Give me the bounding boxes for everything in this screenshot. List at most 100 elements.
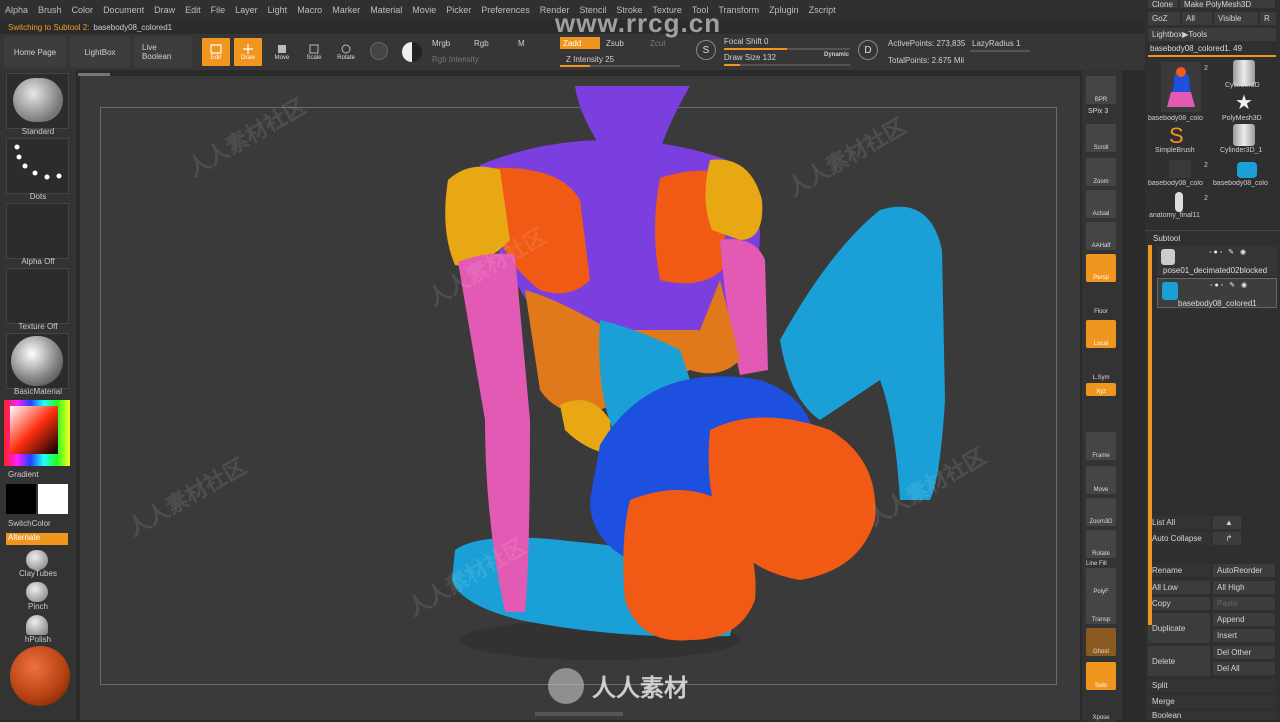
aahalf-button[interactable]: AAHalf bbox=[1086, 222, 1116, 250]
boolean-button[interactable]: Boolean bbox=[1148, 711, 1276, 720]
rotate-view-label: Rotate bbox=[1092, 551, 1110, 557]
scroll-button[interactable]: Scroll bbox=[1086, 124, 1116, 152]
auto-reorder-button[interactable]: AutoReorder bbox=[1213, 564, 1275, 577]
arrow-right-icon[interactable]: ↱ bbox=[1213, 532, 1241, 545]
split-button[interactable]: Split bbox=[1148, 679, 1276, 692]
tray-scroll-indicator[interactable] bbox=[1148, 245, 1152, 625]
merge-button[interactable]: Merge bbox=[1148, 695, 1276, 708]
tool-label-5[interactable]: Cylinder3D_1 bbox=[1220, 147, 1262, 154]
polyf-button[interactable]: PolyF bbox=[1086, 568, 1116, 596]
local-button[interactable]: Local bbox=[1086, 320, 1116, 348]
all-high-button[interactable]: All High bbox=[1213, 581, 1275, 594]
xyz-button[interactable]: Xyz bbox=[1086, 383, 1116, 396]
zoom3d-button[interactable]: Zoom3D bbox=[1086, 498, 1116, 526]
r-button[interactable]: R bbox=[1260, 12, 1276, 25]
rename-button[interactable]: Rename bbox=[1148, 564, 1210, 577]
xyz-label: Xyz bbox=[1095, 389, 1106, 395]
move-view-button[interactable]: Move bbox=[1086, 466, 1116, 494]
append-button[interactable]: Append bbox=[1213, 613, 1275, 626]
bpr-label: BPR bbox=[1094, 97, 1108, 103]
figure-icon bbox=[1167, 67, 1195, 107]
rotate-view-button[interactable]: Rotate bbox=[1086, 530, 1116, 558]
clone-button[interactable]: Clone bbox=[1148, 0, 1178, 9]
subtool-name-1: pose01_decimated02blocked bbox=[1163, 266, 1268, 275]
bpr-button[interactable]: BPR bbox=[1086, 76, 1116, 104]
aahalf-label: AAHalf bbox=[1091, 243, 1111, 249]
persp-button[interactable]: Persp bbox=[1086, 254, 1116, 282]
basebody-thumb-icon[interactable] bbox=[1169, 160, 1191, 178]
transp-button[interactable]: Transp bbox=[1086, 596, 1116, 624]
actual-label: Actual bbox=[1092, 211, 1110, 217]
all-low-button[interactable]: All Low bbox=[1148, 581, 1210, 594]
tool-tray: Clone Make PolyMesh3D GoZ All Visible R … bbox=[1145, 0, 1280, 720]
linefill-label: Line Fill bbox=[1086, 561, 1107, 567]
lightbox-tools-button[interactable]: Lightbox▶Tools bbox=[1148, 28, 1276, 41]
subtool-row-1[interactable]: ◦●◦ ✎ ◉ pose01_decimated02blocked bbox=[1157, 246, 1277, 276]
del-other-button[interactable]: Del Other bbox=[1213, 646, 1275, 659]
all-button[interactable]: All bbox=[1182, 12, 1212, 25]
simplebrush-icon[interactable]: S bbox=[1169, 124, 1184, 148]
current-tool-slider-track bbox=[1148, 55, 1276, 57]
paste-button[interactable]: Paste bbox=[1213, 597, 1275, 610]
move-view-label: Move bbox=[1093, 487, 1109, 493]
tool-label-3[interactable]: PolyMesh3D bbox=[1222, 115, 1262, 122]
cylinder-1-icon[interactable] bbox=[1233, 124, 1255, 146]
subtool-thumb-icon bbox=[1161, 249, 1175, 265]
del-all-button[interactable]: Del All bbox=[1213, 662, 1275, 675]
tool-label-1[interactable]: basebody08_colo bbox=[1148, 115, 1210, 122]
model-right-shoulder bbox=[705, 159, 763, 240]
brand-watermark: 人人素材 bbox=[592, 675, 688, 702]
spix-slider[interactable]: SPix 3 bbox=[1088, 108, 1108, 115]
subtool-visibility-icons[interactable]: ◦●◦ ✎ ◉ bbox=[1209, 248, 1269, 256]
make-polymesh-button[interactable]: Make PolyMesh3D bbox=[1180, 0, 1275, 9]
tray-divider bbox=[1145, 230, 1280, 231]
floor-label: Floor bbox=[1094, 309, 1108, 315]
auto-collapse-button[interactable]: Auto Collapse bbox=[1148, 532, 1210, 545]
scroll-label: Scroll bbox=[1093, 145, 1109, 151]
basebody-blue-icon[interactable] bbox=[1237, 162, 1257, 178]
arrow-up-icon[interactable]: ▲ bbox=[1213, 516, 1241, 529]
right-shelf: BPR SPix 3 Scroll Zoom Actual AAHalf Per… bbox=[1082, 70, 1122, 722]
goz-button[interactable]: GoZ bbox=[1148, 12, 1180, 25]
bottom-collapse-handle[interactable] bbox=[535, 712, 623, 716]
tool-label-4[interactable]: SimpleBrush bbox=[1155, 147, 1195, 154]
tool-thumb-basebody[interactable] bbox=[1161, 62, 1201, 112]
star-icon[interactable]: ★ bbox=[1235, 93, 1253, 113]
floor-button[interactable]: Floor bbox=[1086, 288, 1116, 316]
anatomy-figure-icon[interactable] bbox=[1175, 192, 1183, 212]
tool-count-6: 2 bbox=[1204, 162, 1208, 169]
tool-count-8: 2 bbox=[1204, 195, 1208, 202]
persp-label: Persp bbox=[1093, 275, 1109, 281]
xpose-label: Xpose bbox=[1092, 715, 1110, 721]
lsym-button[interactable]: L.Sym bbox=[1086, 354, 1116, 382]
solo-button[interactable]: Solo bbox=[1086, 662, 1116, 690]
zoom-label: Zoom bbox=[1093, 179, 1109, 185]
transp-label: Transp bbox=[1091, 617, 1111, 623]
list-all-button[interactable]: List All bbox=[1148, 516, 1210, 529]
ghost-label: Ghost bbox=[1092, 649, 1109, 655]
copy-button[interactable]: Copy bbox=[1148, 597, 1210, 610]
site-watermark: www.rrcg.cn bbox=[555, 8, 722, 38]
duplicate-button[interactable]: Duplicate bbox=[1148, 613, 1210, 643]
lsym-label: L.Sym bbox=[1092, 375, 1110, 381]
tool-label-2[interactable]: Cylinder3D bbox=[1225, 82, 1260, 89]
solo-label: Solo bbox=[1094, 683, 1107, 689]
delete-button[interactable]: Delete bbox=[1148, 646, 1210, 676]
zoom3d-label: Zoom3D bbox=[1089, 519, 1113, 525]
insert-button[interactable]: Insert bbox=[1213, 629, 1275, 642]
zoom-button[interactable]: Zoom bbox=[1086, 158, 1116, 186]
frame-button[interactable]: Frame bbox=[1086, 432, 1116, 460]
ghost-button[interactable]: Ghost bbox=[1086, 628, 1116, 656]
xpose-button[interactable]: Xpose bbox=[1086, 694, 1116, 722]
watermark-logo-icon bbox=[548, 668, 584, 704]
tool-label-6[interactable]: basebody08_colo bbox=[1148, 180, 1210, 187]
tool-label-8[interactable]: anatomy_final11 bbox=[1149, 212, 1200, 219]
tool-label-7[interactable]: basebody08_colo bbox=[1213, 180, 1277, 187]
subtool-visibility-icons-2[interactable]: ◦●◦ ✎ ◉ bbox=[1210, 281, 1270, 289]
tool-count-1: 2 bbox=[1204, 65, 1208, 72]
subtool-row-2[interactable]: ◦●◦ ✎ ◉ basebody08_colored1 bbox=[1157, 278, 1277, 308]
subtool-header[interactable]: Subtool bbox=[1153, 234, 1180, 243]
frame-label: Frame bbox=[1092, 453, 1110, 459]
visible-button[interactable]: Visible bbox=[1214, 12, 1258, 25]
actual-button[interactable]: Actual bbox=[1086, 190, 1116, 218]
